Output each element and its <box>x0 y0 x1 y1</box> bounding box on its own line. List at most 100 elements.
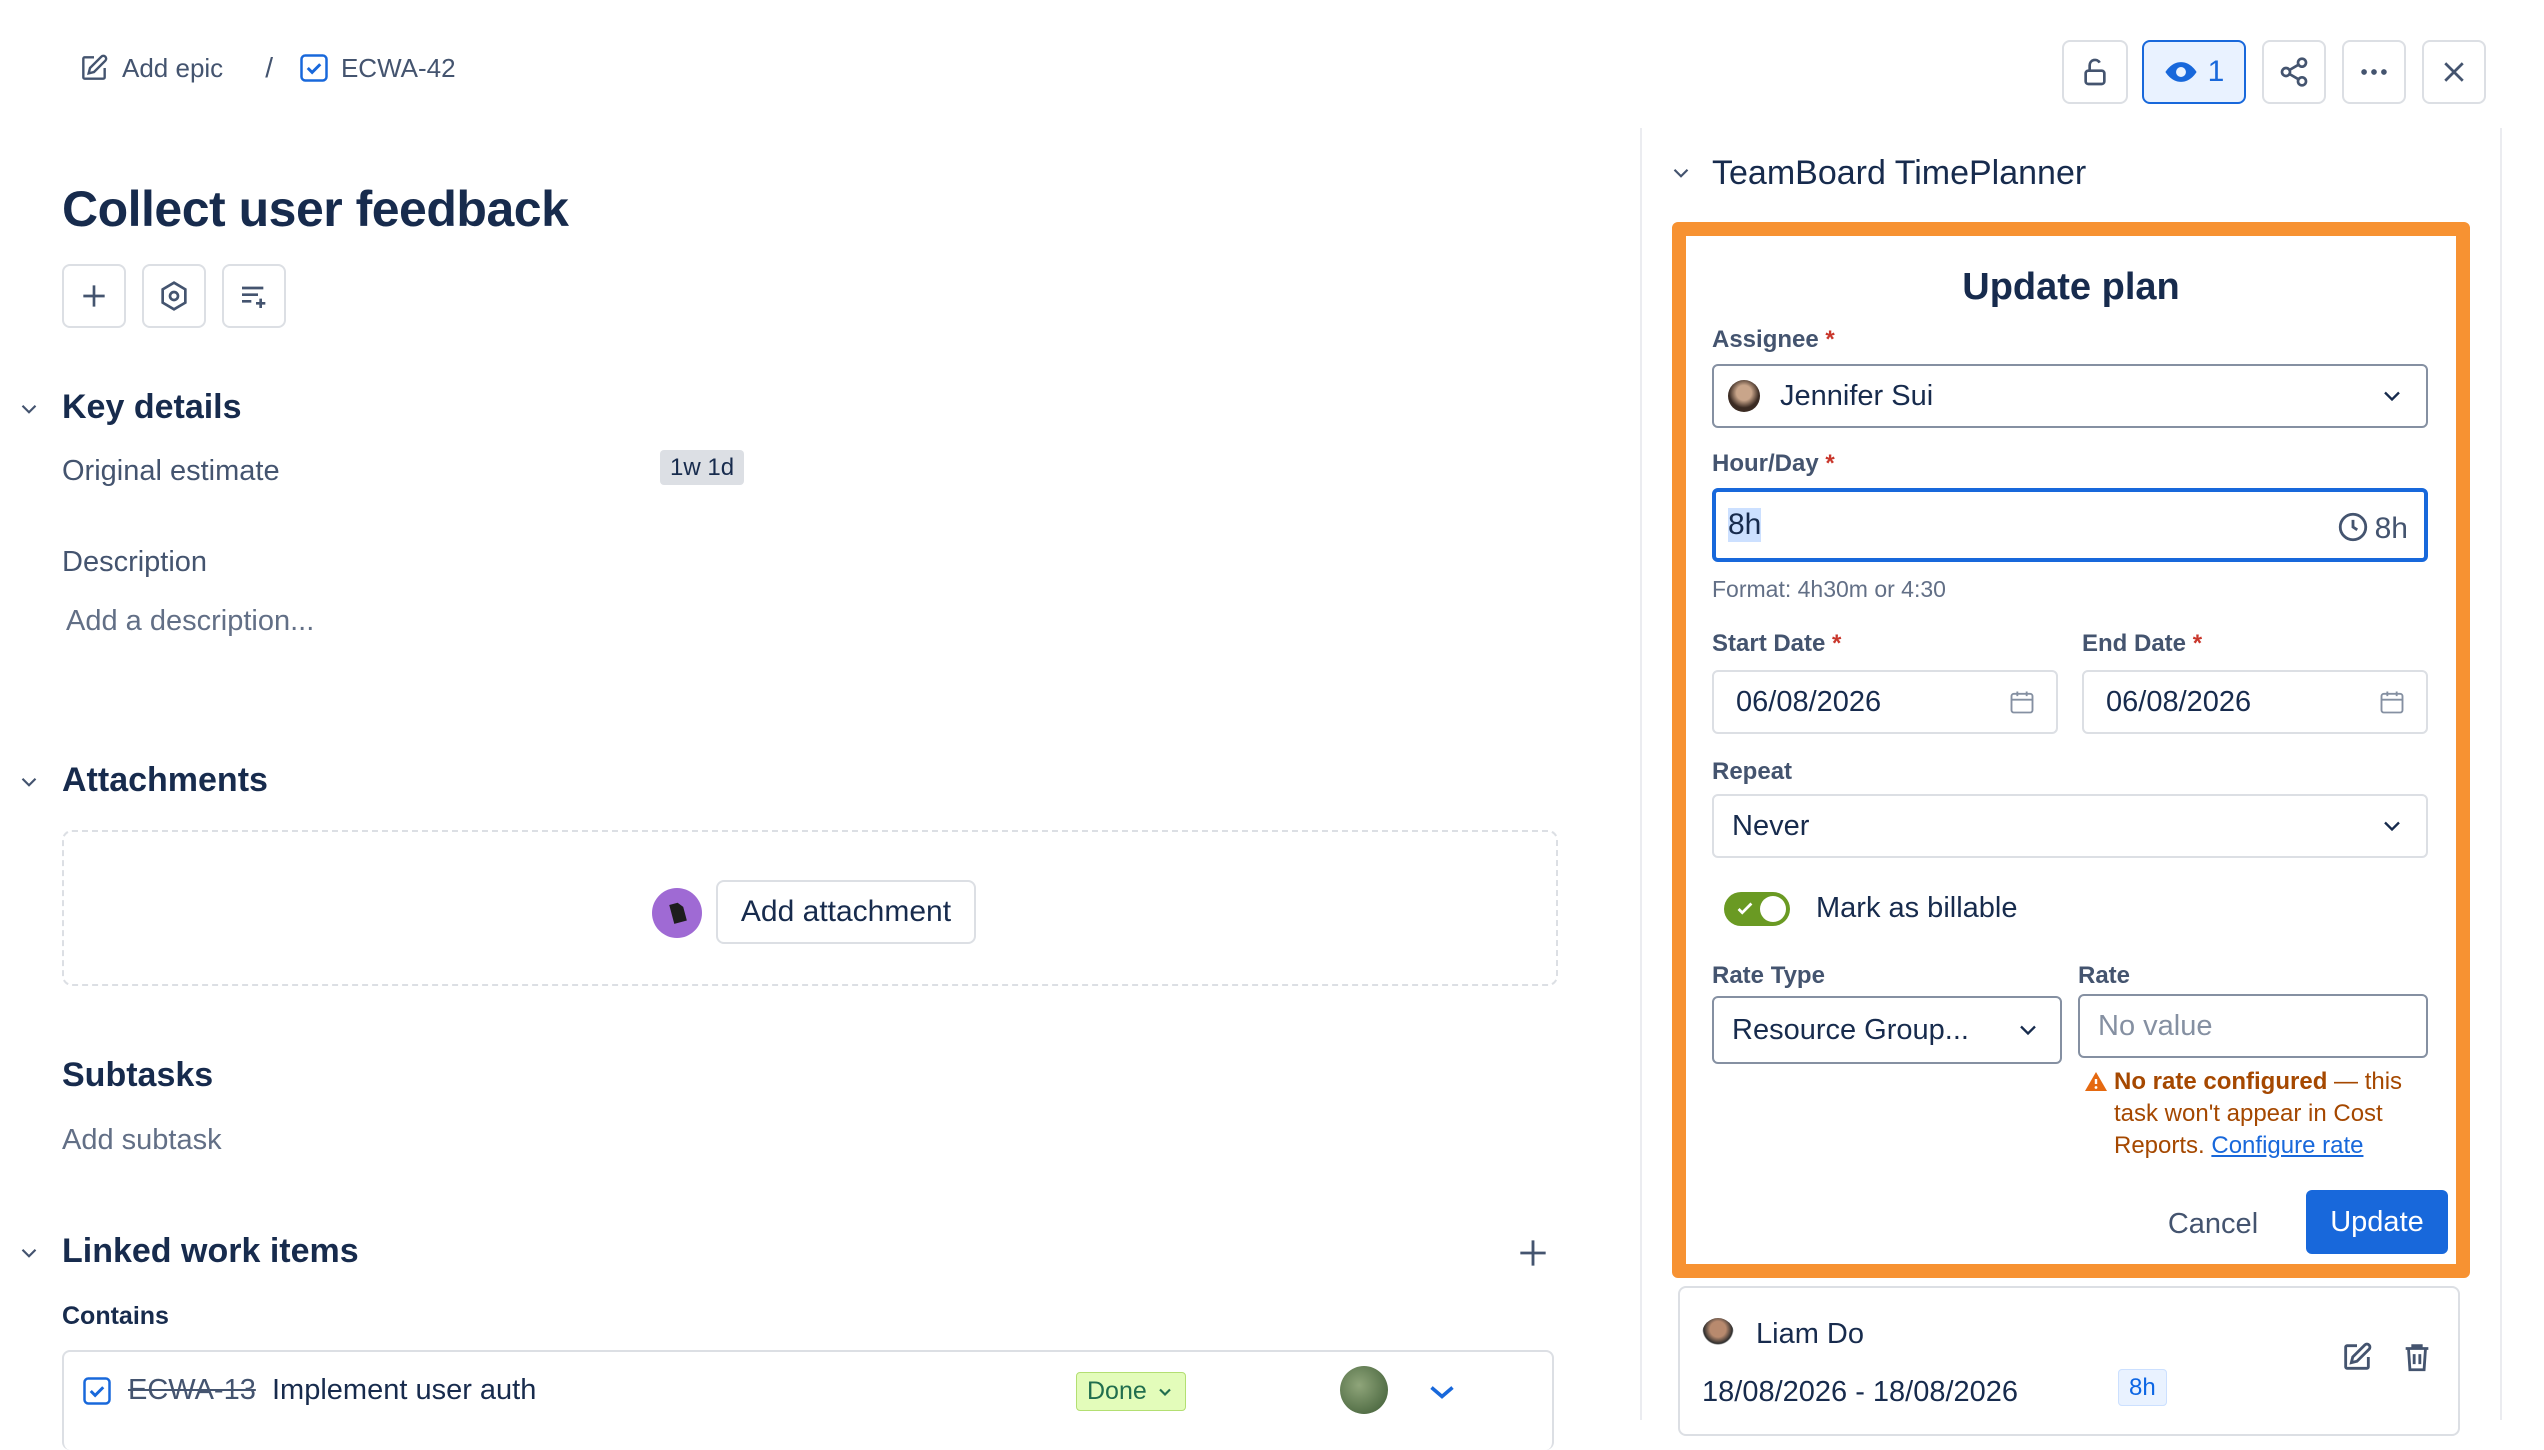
share-icon <box>2278 56 2310 88</box>
hexagon-icon <box>158 280 190 312</box>
original-estimate-field[interactable]: 1w 1d <box>660 450 745 485</box>
linked-item-status[interactable]: Done <box>1076 1372 1186 1411</box>
start-date-input[interactable]: 06/08/2026 <box>1712 670 2058 734</box>
rate-type-label: Rate Type <box>1712 962 1825 989</box>
add-attachment-button[interactable]: Add attachment <box>716 880 976 944</box>
description-label: Description <box>62 546 208 578</box>
start-date-label: Start Date * <box>1712 630 1842 657</box>
unlock-icon <box>2079 56 2111 88</box>
subtasks-heading: Subtasks <box>62 1056 214 1094</box>
assignee-select[interactable]: Jennifer Sui <box>1712 364 2428 428</box>
toggle-knob <box>1760 896 1786 922</box>
original-estimate-value: 1w 1d <box>660 450 745 485</box>
end-date-input[interactable]: 06/08/2026 <box>2082 670 2428 734</box>
check-icon <box>1734 898 1756 920</box>
hourday-value: 8h <box>1728 508 1762 542</box>
watch-count: 1 <box>2207 55 2225 88</box>
original-estimate-label: Original estimate <box>62 455 280 487</box>
cancel-button[interactable]: Cancel <box>2138 1192 2288 1256</box>
panel-chevron-icon[interactable] <box>1668 160 1694 186</box>
form-title: Update plan <box>1962 266 2180 308</box>
close-icon <box>2439 57 2469 87</box>
billable-toggle[interactable] <box>1724 892 1790 926</box>
plan-card[interactable]: Liam Do 18/08/2026 - 18/08/2026 8h <box>1678 1286 2460 1436</box>
rate-type-value: Resource Group... <box>1732 1013 1969 1046</box>
more-icon <box>2357 55 2391 89</box>
clock-icon[interactable] <box>2336 510 2370 544</box>
key-details-heading: Key details <box>62 388 242 426</box>
hourday-label: Hour/Day * <box>1712 450 1835 477</box>
page-title[interactable]: Collect user feedback <box>62 180 569 238</box>
close-button[interactable] <box>2422 40 2486 104</box>
linked-heading: Linked work items <box>62 1232 359 1270</box>
issue-key-link[interactable]: ECWA-42 <box>341 53 456 84</box>
calendar-icon[interactable] <box>2008 688 2036 716</box>
calendar-icon[interactable] <box>2378 688 2406 716</box>
avatar <box>1702 1318 1734 1350</box>
description-placeholder[interactable]: Add a description... <box>66 605 314 638</box>
update-button[interactable]: Update <box>2306 1190 2448 1254</box>
hourday-input[interactable]: 8h 8h <box>1712 488 2428 562</box>
warning-icon <box>2084 1070 2108 1094</box>
lock-button[interactable] <box>2062 40 2128 104</box>
rate-warning: No rate configured — this task won't app… <box>2114 1066 2434 1162</box>
chevron-down-icon <box>1155 1382 1175 1402</box>
chevron-down-icon <box>2014 1016 2042 1044</box>
attachment-upload-icon <box>652 888 702 938</box>
apps-button[interactable] <box>142 264 206 328</box>
task-checkbox-icon <box>82 1376 112 1406</box>
share-button[interactable] <box>2262 40 2326 104</box>
attachments-heading: Attachments <box>62 761 268 799</box>
rate-placeholder: No value <box>2098 1009 2213 1042</box>
trash-icon[interactable] <box>2400 1340 2434 1374</box>
add-subtask-link[interactable]: Add subtask <box>62 1124 222 1157</box>
add-epic-link[interactable]: Add epic <box>122 53 223 84</box>
edit-icon[interactable] <box>78 52 110 84</box>
assignee-value: Jennifer Sui <box>1780 379 1934 412</box>
task-checkbox-icon <box>299 53 329 83</box>
plan-date-range: 18/08/2026 - 18/08/2026 <box>1702 1376 2019 1408</box>
end-date-value: 06/08/2026 <box>2106 685 2252 718</box>
hours-badge: 8h <box>2118 1369 2167 1406</box>
list-add-icon <box>238 280 270 312</box>
hourday-suffix: 8h <box>2374 512 2408 545</box>
add-button[interactable] <box>62 264 126 328</box>
linked-item-summary[interactable]: Implement user auth <box>272 1374 536 1407</box>
add-list-button[interactable] <box>222 264 286 328</box>
assignee-label: Assignee * <box>1712 326 1835 353</box>
status-label: Done <box>1087 1377 1147 1405</box>
plan-assignee: Liam Do <box>1756 1318 1864 1350</box>
watch-button[interactable]: 1 <box>2142 40 2246 104</box>
repeat-value: Never <box>1732 809 1810 842</box>
key-details-chevron-icon[interactable] <box>16 396 42 422</box>
avatar <box>1340 1366 1388 1414</box>
repeat-select[interactable]: Never <box>1712 794 2428 858</box>
rate-label: Rate <box>2078 962 2131 989</box>
linked-chevron-icon[interactable] <box>16 1240 42 1266</box>
start-date-value: 06/08/2026 <box>1736 685 1882 718</box>
end-date-label: End Date * <box>2082 630 2203 657</box>
chevron-down-icon <box>2378 812 2406 840</box>
more-actions-button[interactable] <box>2342 40 2406 104</box>
chevron-down-icon <box>2378 382 2406 410</box>
panel-divider <box>1640 128 1642 1420</box>
avatar <box>1728 380 1760 412</box>
billable-label: Mark as billable <box>1816 892 2018 924</box>
table-row[interactable]: ECWA-13 Implement user auth Done <box>62 1350 1554 1450</box>
edit-icon[interactable] <box>2340 1340 2374 1374</box>
breadcrumb-separator: / <box>265 52 273 83</box>
eye-icon <box>2164 55 2198 89</box>
attachments-chevron-icon[interactable] <box>16 769 42 795</box>
panel-title: TeamBoard TimePlanner <box>1712 154 2087 192</box>
rate-type-select[interactable]: Resource Group... <box>1712 996 2062 1064</box>
panel-divider-right <box>2500 128 2502 1420</box>
breadcrumb: Add epic / ECWA-42 <box>78 52 456 84</box>
configure-rate-link[interactable]: Configure rate <box>2211 1132 2363 1159</box>
linked-item-key[interactable]: ECWA-13 <box>128 1374 256 1407</box>
rate-input[interactable]: No value <box>2078 994 2428 1058</box>
warning-title: No rate configured <box>2114 1068 2328 1095</box>
expand-chevron-icon[interactable] <box>1424 1374 1460 1410</box>
plus-icon <box>78 280 110 312</box>
add-linked-item-icon[interactable] <box>1514 1234 1552 1272</box>
hourday-hint: Format: 4h30m or 4:30 <box>1712 576 1946 602</box>
